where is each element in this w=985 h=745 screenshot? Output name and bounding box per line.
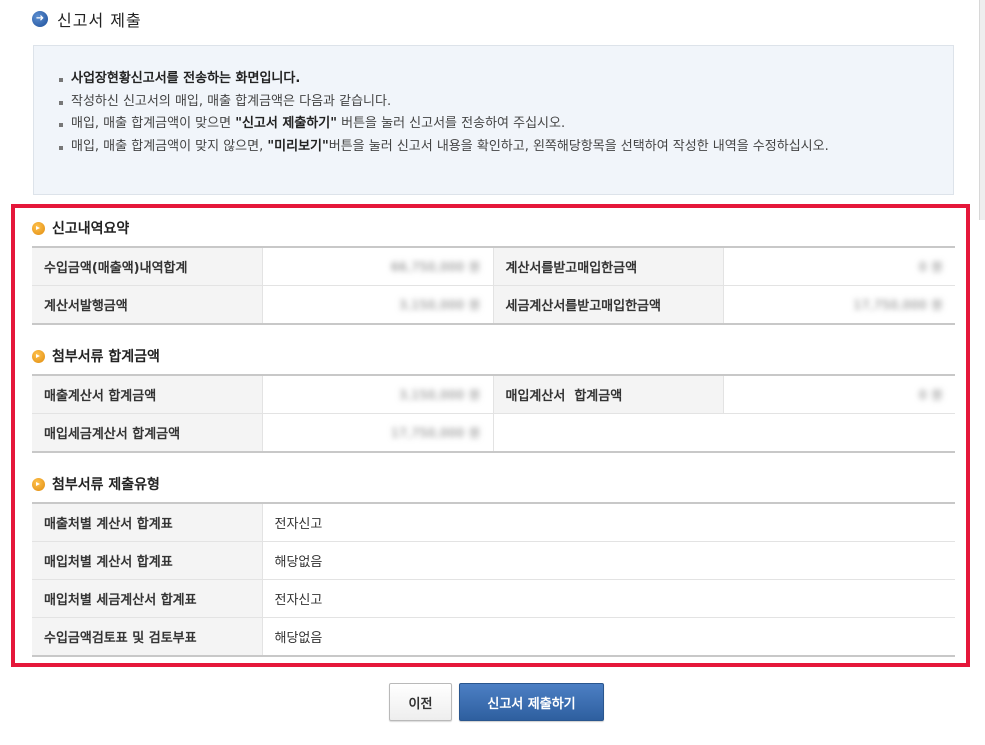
- value-cell: 0 원: [723, 247, 955, 286]
- label-cell: 매입계산서 합계금액: [493, 375, 724, 414]
- label-cell: 매입처별 계산서 합계표: [32, 541, 263, 580]
- table-row: 매출처별 계산서 합계표 전자신고: [32, 503, 955, 542]
- value-cell: 17,750,000 원: [853, 298, 943, 312]
- table-row: 매출계산서 합계금액 3,150,000 원 매입계산서 합계금액 0 원: [32, 375, 955, 414]
- value-cell: 66,750,000 원: [262, 247, 494, 286]
- value-cell: 해당없음: [274, 631, 323, 646]
- window-edge: [979, 0, 985, 220]
- label-cell: 세금계산서를받고매입한금액: [493, 285, 724, 324]
- label-cell: 수입금액(매출액)내역합계: [32, 247, 263, 286]
- section-title: 첨부서류 제출유형: [32, 474, 955, 494]
- info-line: 사업장현황신고서를 전송하는 화면입니다.: [58, 68, 929, 91]
- section-title: 첨부서류 합계금액: [32, 346, 955, 366]
- empty-cell: [723, 414, 955, 453]
- info-line: 매입, 매출 합계금액이 맞으면 "신고서 제출하기" 버튼을 눌러 신고서를 …: [58, 113, 929, 136]
- value-cell: 3,150,000 원: [262, 285, 494, 324]
- value-cell: 전자신고: [262, 579, 955, 618]
- page-title: 신고서 제출: [57, 11, 142, 30]
- value-cell: 0 원: [723, 375, 955, 414]
- value-cell: 해당없음: [262, 541, 955, 580]
- info-line: 작성하신 신고서의 매입, 매출 합계금액은 다음과 같습니다.: [58, 91, 929, 114]
- table-row: 매입처별 계산서 합계표 해당없음: [32, 541, 955, 580]
- circle-arrow-right-icon: ➜: [32, 11, 48, 27]
- label-cell: 수입금액검토표 및 검토부표: [32, 617, 263, 656]
- orange-bullet-icon: [32, 221, 45, 235]
- label-cell: 매입처별 세금계산서 합계표: [32, 579, 263, 618]
- section-title: 신고내역요약: [32, 218, 955, 238]
- table-row: 매입세금계산서 합계금액 17,750,000 원: [32, 413, 955, 453]
- attach-types-section: 첨부서류 제출유형 매출처별 계산서 합계표 전자신고 매입처별 계산서 합계표…: [32, 474, 955, 657]
- value-cell: 전자신고: [262, 503, 955, 542]
- value-cell: 3,150,000 원: [262, 375, 494, 414]
- label-cell: 매입세금계산서 합계금액: [32, 413, 263, 452]
- label-cell: 계산서발행금액: [32, 285, 263, 324]
- label-cell: 매출계산서 합계금액: [32, 375, 263, 414]
- label-cell: 계산서를받고매입한금액: [493, 247, 724, 286]
- value-cell: 17,750,000 원: [262, 413, 494, 452]
- info-box: 사업장현황신고서를 전송하는 화면입니다. 작성하신 신고서의 매입, 매출 합…: [33, 45, 954, 195]
- table-row: 계산서발행금액 3,150,000 원 세금계산서를받고매입한금액 17,750…: [32, 285, 955, 324]
- section-title-text: 첨부서류 제출유형: [52, 477, 160, 493]
- table-row: 매입처별 세금계산서 합계표 전자신고: [32, 579, 955, 618]
- attach-totals-table: 매출계산서 합계금액 3,150,000 원 매입계산서 합계금액 0 원 매입…: [32, 374, 955, 453]
- table-row: 수입금액(매출액)내역합계 66,750,000 원 계산서를받고매입한금액 0…: [32, 247, 955, 286]
- attach-totals-section: 첨부서류 합계금액 매출계산서 합계금액 3,150,000 원 매입계산서 합…: [32, 346, 955, 453]
- orange-bullet-icon: [32, 349, 45, 363]
- prev-button[interactable]: 이전: [389, 683, 452, 721]
- section-title-text: 첨부서류 합계금액: [52, 349, 160, 365]
- empty-cell: [493, 414, 723, 453]
- summary-table: 수입금액(매출액)내역합계 66,750,000 원 계산서를받고매입한금액 0…: [32, 246, 955, 325]
- info-line: 매입, 매출 합계금액이 맞지 않으면, "미리보기"버튼을 눌러 신고서 내용…: [58, 136, 929, 159]
- attach-types-table: 매출처별 계산서 합계표 전자신고 매입처별 계산서 합계표 해당없음 매입처별…: [32, 502, 955, 657]
- table-row: 수입금액검토표 및 검토부표 해당없음: [32, 617, 955, 656]
- orange-bullet-icon: [32, 477, 45, 491]
- summary-section: 신고내역요약 수입금액(매출액)내역합계 66,750,000 원 계산서를받고…: [32, 218, 955, 325]
- page-header: ➜ 신고서 제출: [32, 7, 142, 31]
- section-title-text: 신고내역요약: [52, 221, 130, 237]
- submit-report-button[interactable]: 신고서 제출하기: [459, 683, 604, 721]
- label-cell: 매출처별 계산서 합계표: [32, 503, 263, 542]
